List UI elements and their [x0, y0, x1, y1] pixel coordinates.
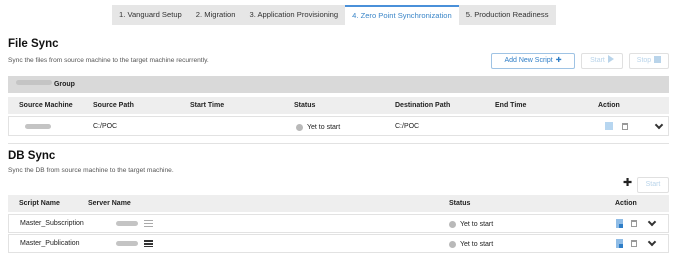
- col-script-name: Script Name: [19, 200, 60, 207]
- server-name-redacted: [116, 221, 138, 226]
- edit-script-icon[interactable]: [616, 215, 623, 232]
- col-action: Action: [598, 102, 620, 109]
- tab-production-readiness[interactable]: 5. Production Readiness: [459, 5, 556, 25]
- db-status-cell: Yet to start: [449, 236, 493, 253]
- col-destination-path: Destination Path: [395, 102, 451, 109]
- tab-strip: 1. Vanguard Setup 2. Migration 3. Applic…: [112, 5, 556, 25]
- add-db-script-plus-icon[interactable]: ✚: [623, 176, 632, 189]
- stop-icon: [654, 56, 662, 63]
- file-sync-title: File Sync: [8, 38, 59, 50]
- col-server-name: Server Name: [88, 200, 131, 207]
- tab-vanguard-setup[interactable]: 1. Vanguard Setup: [112, 5, 189, 25]
- file-sync-description: Sync the files from source machine to th…: [8, 57, 209, 64]
- edit-script-icon[interactable]: [616, 235, 623, 252]
- file-sync-stop-button[interactable]: Stop: [629, 53, 669, 69]
- list-icon[interactable]: [144, 220, 153, 227]
- db-status-cell: Yet to start: [449, 216, 493, 233]
- source-path-cell: C:/POC: [93, 122, 118, 130]
- col-start-time: Start Time: [190, 102, 225, 109]
- source-machine-redacted: [25, 117, 51, 135]
- col-status: Status: [294, 102, 316, 109]
- chevron-down-icon[interactable]: [647, 235, 657, 252]
- copy-icon[interactable]: [605, 117, 613, 135]
- trash-icon[interactable]: [631, 215, 637, 232]
- group-label: Group: [53, 81, 75, 88]
- script-name-cell: Master_Publication: [20, 240, 80, 247]
- group-name-redacted: [16, 80, 52, 85]
- file-sync-stop-label: Stop: [636, 57, 652, 64]
- col-db-status: Status: [449, 200, 471, 207]
- file-sync-start-button[interactable]: Start: [581, 53, 623, 69]
- section-divider: [8, 143, 669, 144]
- status-dot-icon: [296, 123, 303, 131]
- file-sync-start-label: Start: [590, 57, 605, 64]
- server-name-redacted: [116, 241, 138, 246]
- script-name-cell: Master_Subscription: [20, 220, 84, 227]
- db-sync-title: DB Sync: [8, 150, 56, 162]
- db-sync-description: Sync the DB from source machine to the t…: [8, 167, 174, 174]
- tab-migration[interactable]: 2. Migration: [189, 5, 243, 25]
- status-dot-icon: [449, 221, 456, 228]
- server-name-cell: [116, 235, 153, 252]
- status-dot-icon: [449, 241, 456, 248]
- col-db-action: Action: [615, 200, 637, 207]
- add-new-script-button[interactable]: Add New Script ✚: [491, 53, 575, 69]
- status-label: Yet to start: [307, 123, 341, 131]
- col-source-machine: Source Machine: [19, 102, 73, 109]
- chevron-down-icon[interactable]: [654, 117, 664, 135]
- play-icon: [607, 55, 614, 63]
- tab-application-provisioning[interactable]: 3. Application Provisioning: [242, 5, 345, 25]
- plus-icon: ✚: [555, 57, 562, 64]
- group-header[interactable]: Group: [8, 76, 669, 93]
- file-sync-table-header: Source Machine Source Path Start Time St…: [8, 97, 669, 114]
- wizard-tab-bar: 1. Vanguard Setup 2. Migration 3. Applic…: [0, 0, 678, 27]
- list-icon[interactable]: [144, 240, 153, 247]
- db-sync-row: Master_Subscription Yet to start: [8, 214, 669, 233]
- db-sync-row: Master_Publication Yet to start: [8, 234, 669, 253]
- tab-zero-point-synchronization[interactable]: 4. Zero Point Synchronization: [345, 5, 459, 25]
- trash-icon[interactable]: [622, 117, 628, 135]
- db-status-label: Yet to start: [460, 221, 494, 228]
- db-status-label: Yet to start: [460, 241, 494, 248]
- db-sync-start-button[interactable]: Start: [637, 177, 669, 193]
- col-end-time: End Time: [495, 102, 527, 109]
- add-new-script-label: Add New Script: [504, 57, 553, 64]
- db-sync-table-header: Script Name Server Name Status Action: [8, 195, 669, 212]
- file-sync-row: C:/POC Yet to start C:/POC: [8, 116, 669, 136]
- server-name-cell: [116, 215, 153, 232]
- trash-icon[interactable]: [631, 235, 637, 252]
- col-source-path: Source Path: [93, 102, 134, 109]
- status-cell: Yet to start: [296, 118, 340, 136]
- destination-path-cell: C:/POC: [395, 122, 420, 130]
- chevron-down-icon[interactable]: [647, 215, 657, 232]
